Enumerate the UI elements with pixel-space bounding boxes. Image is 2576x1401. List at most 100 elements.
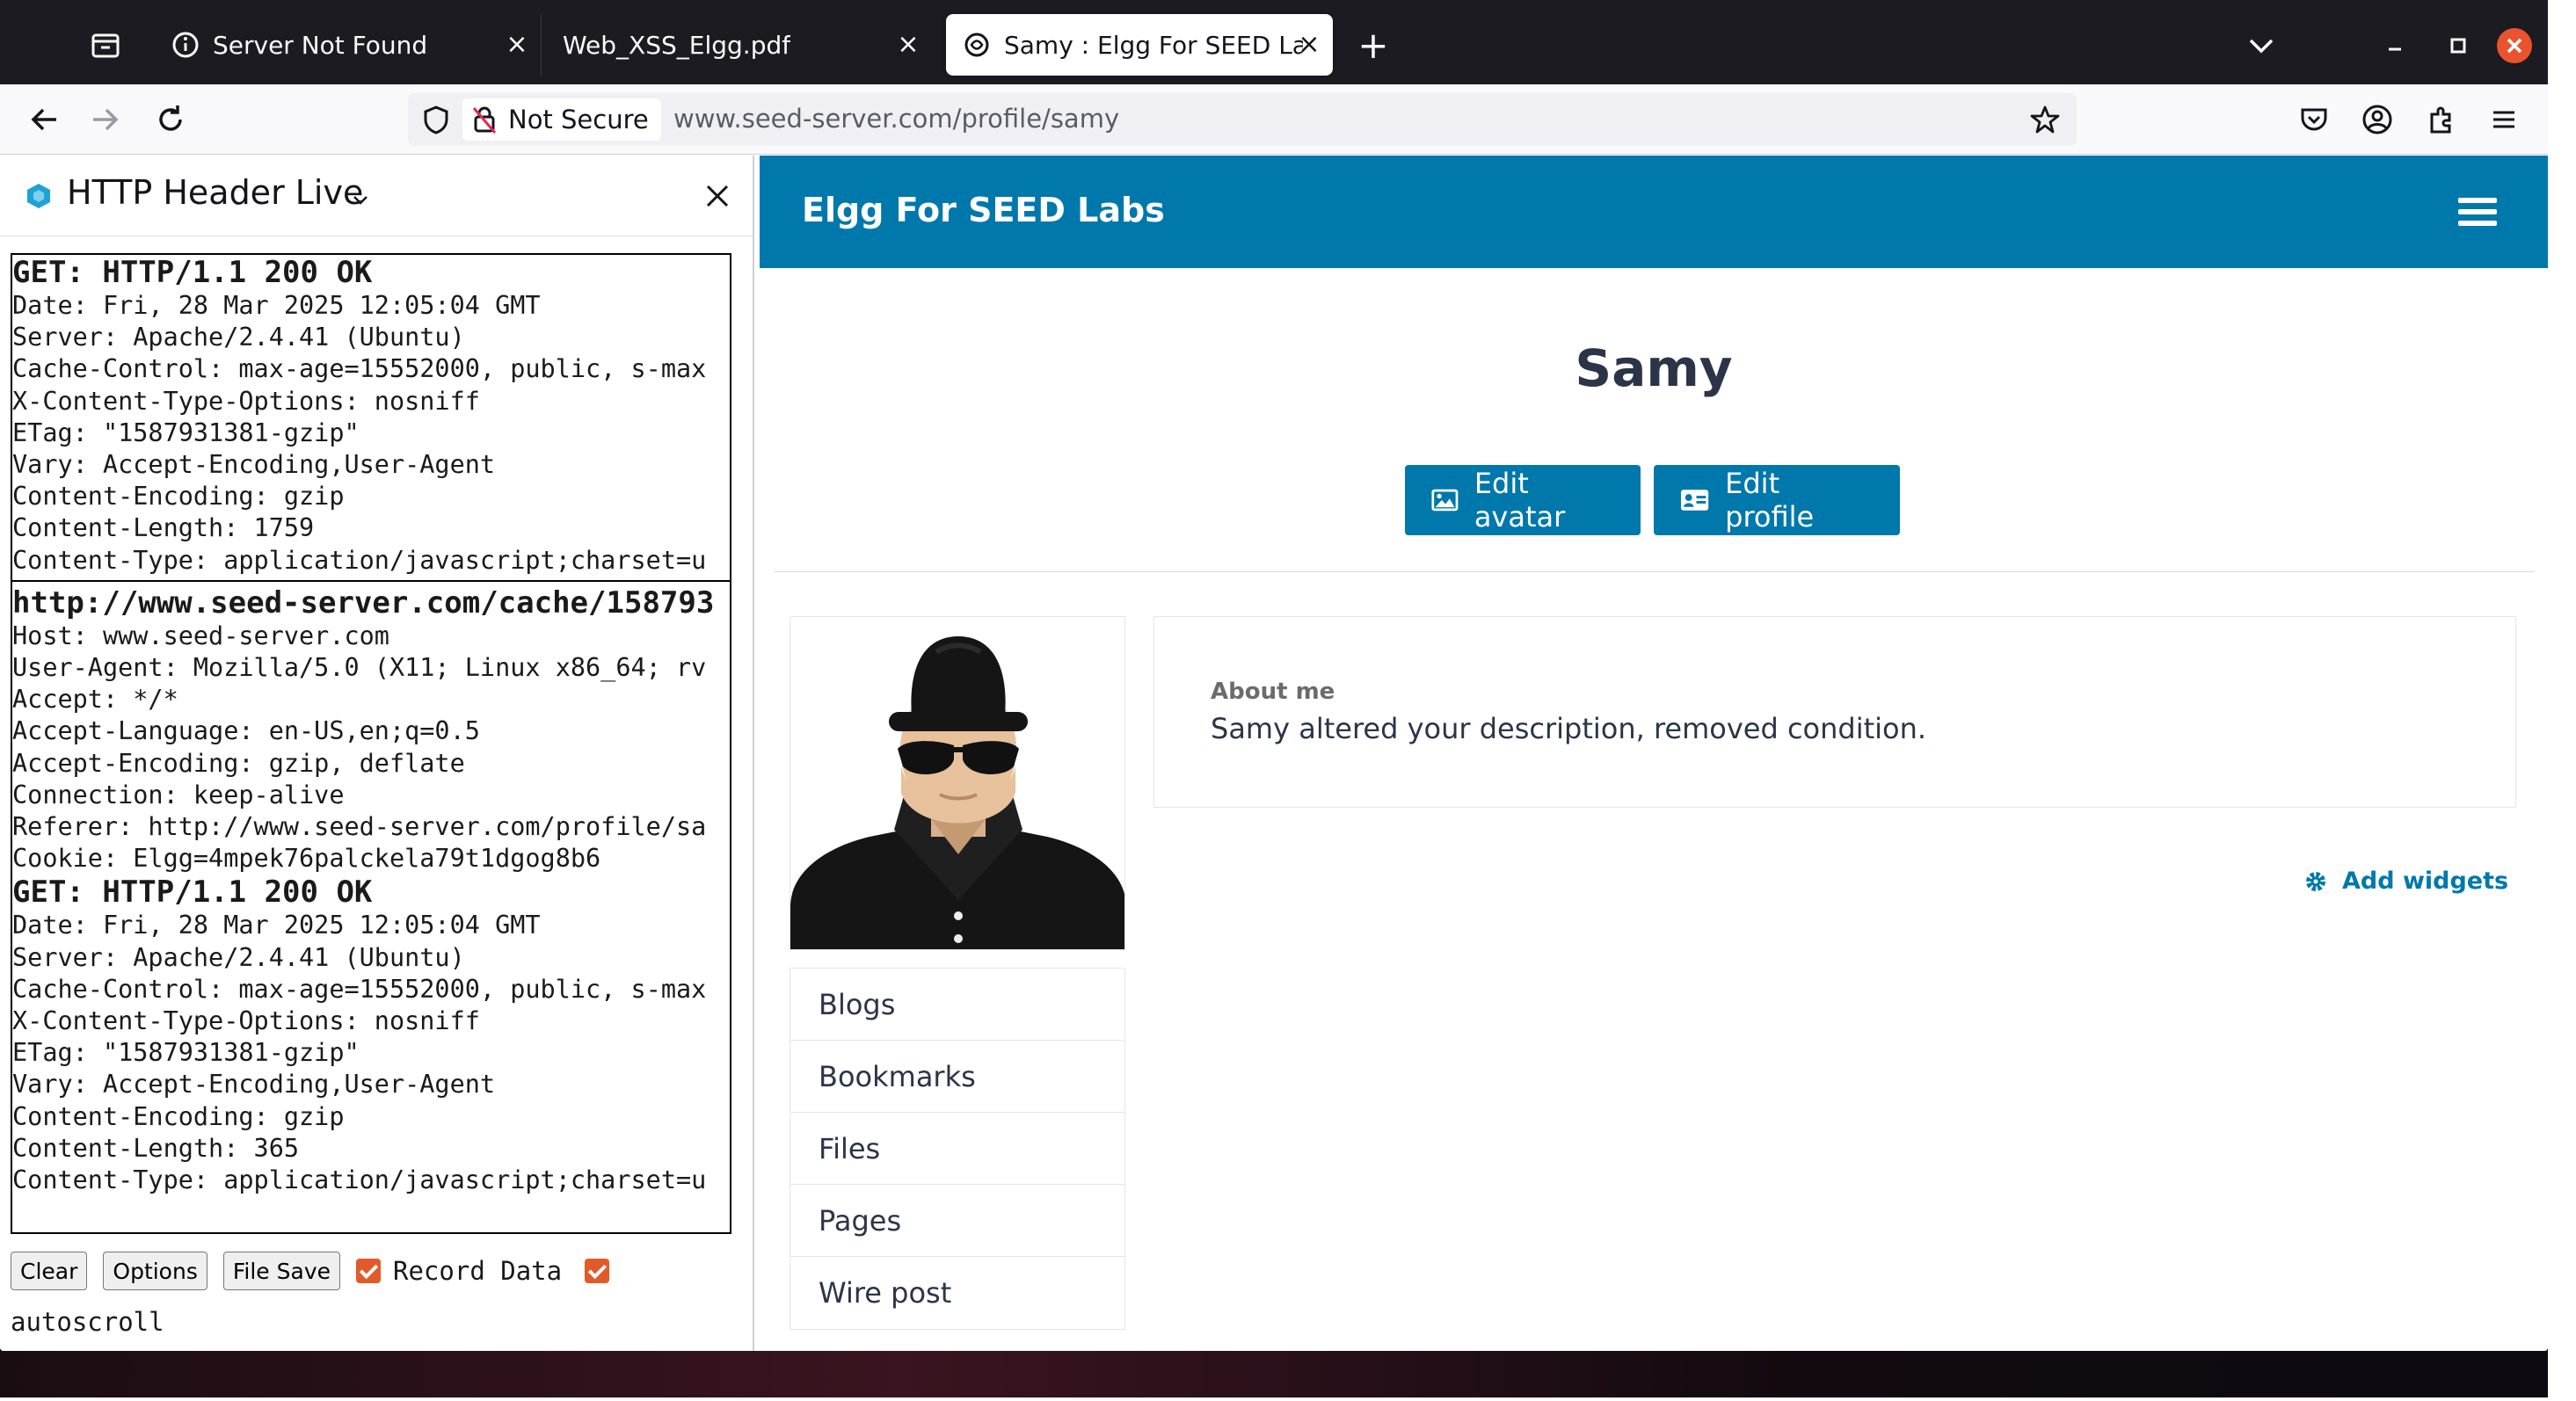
sidebar-controls: Clear Options File Save Record Data <box>11 1251 622 1291</box>
divider <box>774 571 2534 572</box>
avatar[interactable] <box>790 616 1125 950</box>
tab-close-icon[interactable]: × <box>502 30 532 60</box>
log-request-header: http://www.seed-server.com/cache/158793 <box>12 584 715 621</box>
log-line: Date: Fri, 28 Mar 2025 12:05:04 GMT <box>12 291 541 320</box>
url-text[interactable]: www.seed-server.com/profile/samy <box>673 104 1119 134</box>
log-request-header: GET: HTTP/1.1 200 OK <box>12 255 373 290</box>
sidebar-header: HTTP Header Live <box>0 156 753 236</box>
edit-profile-label: Edit profile <box>1725 467 1815 534</box>
log-line: Cache-Control: max-age=15552000, public,… <box>12 974 707 1004</box>
about-me-widget: About me Samy altered your description, … <box>1153 616 2516 808</box>
log-line: X-Content-Type-Options: nosniff <box>12 386 480 416</box>
edit-profile-button[interactable]: Edit profile <box>1654 465 1900 535</box>
tab-samy-profile[interactable]: Samy : Elgg For SEED Lab × <box>946 14 1333 76</box>
log-line: X-Content-Type-Options: nosniff <box>12 1006 480 1036</box>
minimize-icon[interactable] <box>2377 28 2412 63</box>
menu-item-blogs[interactable]: Blogs <box>790 969 1124 1041</box>
tab-web-xss-pdf[interactable]: Web_XSS_Elgg.pdf × <box>545 14 932 76</box>
log-line: Vary: Accept-Encoding,User-Agent <box>12 1070 496 1100</box>
header-log[interactable]: GET: HTTP/1.1 200 OK Date: Fri, 28 Mar 20… <box>11 253 731 1234</box>
site-name-link[interactable]: Elgg For SEED Labs <box>802 191 1165 229</box>
tab-list-icon[interactable] <box>84 25 127 67</box>
log-line: Cache-Control: max-age=15552000, public,… <box>12 354 707 384</box>
log-line: Host: www.seed-server.com <box>12 621 389 650</box>
spy-avatar-image <box>790 636 1124 949</box>
tab-label: Web_XSS_Elgg.pdf <box>563 30 791 60</box>
profile-name: Samy <box>1575 338 1733 398</box>
tab-server-not-found[interactable]: Server Not Found × <box>155 14 542 76</box>
back-arrow-icon[interactable] <box>25 100 63 139</box>
maximize-icon[interactable] <box>2441 28 2476 63</box>
chevron-down-icon[interactable] <box>350 189 371 210</box>
record-data-checkbox[interactable] <box>356 1259 382 1283</box>
extensions-icon[interactable] <box>2423 102 2458 137</box>
http-header-live-logo-icon <box>27 184 50 208</box>
log-line: Content-Type: application/javascript;cha… <box>12 545 707 575</box>
log-line: Content-Length: 1759 <box>12 513 315 543</box>
clear-button[interactable]: Clear <box>11 1252 88 1290</box>
close-icon[interactable] <box>700 178 735 214</box>
log-line: Referer: http://www.seed-server.com/prof… <box>12 812 707 842</box>
window-close-icon[interactable] <box>2497 28 2532 63</box>
not-secure-label: Not Secure <box>508 105 649 134</box>
tab-close-icon[interactable]: × <box>1294 30 1324 60</box>
lock-slash-icon <box>472 106 497 134</box>
log-line: Content-Encoding: gzip <box>12 1101 345 1131</box>
gear-icon <box>2306 871 2325 891</box>
edit-avatar-button[interactable]: Edit avatar <box>1405 465 1641 535</box>
log-separator <box>12 579 730 582</box>
account-icon[interactable] <box>2360 102 2395 137</box>
log-line: Content-Type: application/javascript;cha… <box>12 1165 707 1195</box>
autoscroll-label: autoscroll <box>11 1307 164 1337</box>
reload-icon[interactable] <box>151 100 190 139</box>
url-host: www.seed-server.com <box>673 104 953 134</box>
new-tab-button[interactable]: + <box>1354 26 1393 65</box>
options-button[interactable]: Options <box>103 1252 207 1290</box>
browser-window: Server Not Found × Web_XSS_Elgg.pdf × Sa… <box>0 0 2548 1351</box>
pocket-icon[interactable] <box>2296 102 2332 137</box>
tab-label: Server Not Found <box>213 30 428 60</box>
log-line: Server: Apache/2.4.41 (Ubuntu) <box>12 323 465 352</box>
log-line: Content-Length: 365 <box>12 1133 300 1163</box>
log-line: Connection: keep-alive <box>12 780 345 809</box>
about-me-label: About me <box>1211 679 1335 705</box>
menu-icon[interactable] <box>2486 102 2521 137</box>
record-data-label: Record Data <box>393 1256 563 1286</box>
navigation-toolbar: Not Secure www.seed-server.com/profile/s… <box>0 84 2548 155</box>
log-line: Content-Encoding: gzip <box>12 482 345 512</box>
url-bar[interactable]: Not Secure www.seed-server.com/profile/s… <box>408 93 2077 146</box>
log-line: Date: Fri, 28 Mar 2025 12:05:04 GMT <box>12 911 541 940</box>
owner-block-menu: Blogs Bookmarks Files Pages Wire post <box>790 968 1125 1330</box>
autoscroll-checkbox[interactable] <box>585 1259 610 1283</box>
tab-bar: Server Not Found × Web_XSS_Elgg.pdf × Sa… <box>0 0 2548 84</box>
menu-item-bookmarks[interactable]: Bookmarks <box>790 1041 1124 1113</box>
url-path: /profile/samy <box>952 104 1120 134</box>
site-header: Elgg For SEED Labs <box>760 156 2548 268</box>
desktop-edge <box>2548 0 2576 1401</box>
add-widgets-link[interactable]: Add widgets <box>2303 867 2508 895</box>
chevron-down-icon[interactable] <box>2242 26 2281 65</box>
log-line: Accept: */* <box>12 685 178 715</box>
log-line: Accept-Encoding: gzip, deflate <box>12 748 465 778</box>
tab-close-icon[interactable]: × <box>893 30 923 60</box>
tab-label: Samy : Elgg For SEED Lab <box>1004 30 1303 60</box>
hamburger-menu-icon[interactable] <box>2458 198 2497 229</box>
log-line: ETag: "1587931381-gzip" <box>12 417 360 447</box>
elgg-favicon-icon <box>964 33 989 57</box>
star-icon[interactable] <box>2029 104 2061 135</box>
page-content: Elgg For SEED Labs Samy Edit avatar Edit… <box>760 156 2548 1351</box>
image-icon <box>1431 489 1459 512</box>
menu-item-files[interactable]: Files <box>790 1113 1124 1185</box>
sidebar-title[interactable]: HTTP Header Live <box>67 173 363 212</box>
menu-item-wire-post[interactable]: Wire post <box>790 1257 1124 1329</box>
forward-arrow-icon[interactable] <box>86 100 125 139</box>
log-line: Vary: Accept-Encoding,User-Agent <box>12 450 496 480</box>
desktop-edge-bottom <box>0 1397 2576 1401</box>
file-save-button[interactable]: File Save <box>222 1252 341 1290</box>
add-widgets-label: Add widgets <box>2342 867 2509 895</box>
shield-icon[interactable] <box>420 104 452 135</box>
log-request-header: GET: HTTP/1.1 200 OK <box>12 875 373 911</box>
id-card-icon <box>1680 490 1709 511</box>
menu-item-pages[interactable]: Pages <box>790 1185 1124 1257</box>
security-indicator[interactable]: Not Secure <box>462 98 661 141</box>
